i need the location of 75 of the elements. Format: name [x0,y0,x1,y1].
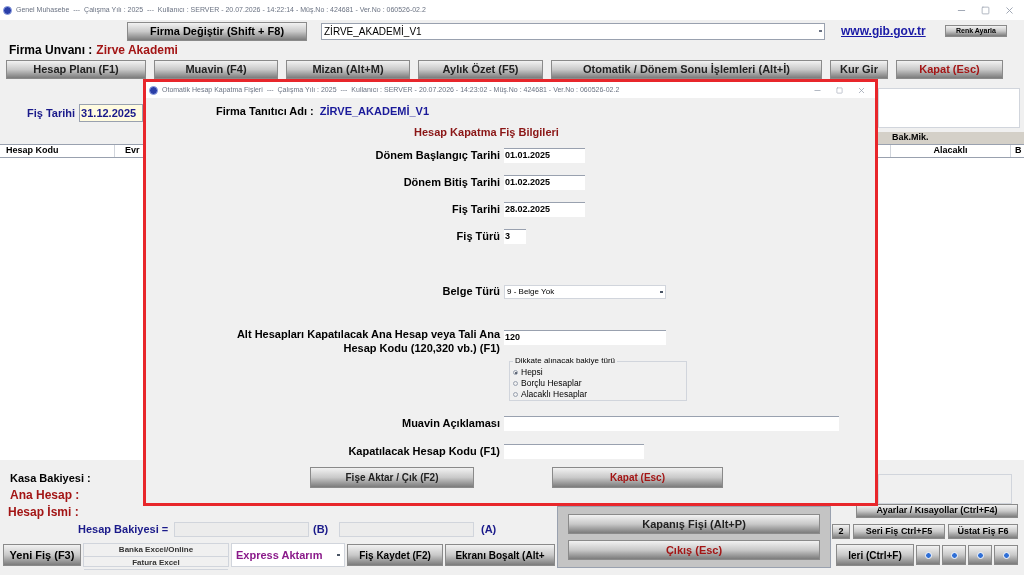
input-field[interactable] [504,415,839,431]
action-button[interactable]: Üstat Fiş F6 [948,524,1018,539]
voucher-date-field[interactable]: 31.12.2025 [79,104,144,122]
company-id-label: Firma Tanıtıcı Adı : [216,103,314,119]
radio-option[interactable]: Alacaklı Hesaplar [513,389,683,400]
credit-marker: (A) [481,521,497,537]
company-combo[interactable]: ZİRVE_AKADEMİ_V1 [321,22,825,40]
toolbar-button[interactable]: Kur Gir [830,59,888,79]
dialog-button[interactable]: Kapat (Esc) [552,467,723,488]
form-heading: Hesap Kapatma Fiş Bilgileri [414,125,560,138]
toolbar-button[interactable]: Aylık Özet (F5) [418,59,543,79]
field-label: Fiş Tarihi [450,202,501,218]
column-header: Alacaklı [890,145,1010,157]
settings-button[interactable]: Ayarlar / Kısayollar (Ctrl+F4) [856,504,1018,518]
maximize-icon[interactable] [981,5,990,15]
import-menu[interactable]: Banka Excel/Online Fatura Excel [83,543,229,567]
column-header: Hesap Kodu [0,145,115,157]
menu-item[interactable]: Çıkış (Esc) [568,540,820,560]
bottom-button[interactable]: Fiş Kaydet (F2) [347,544,443,566]
action-button[interactable]: Seri Fiş Ctrl+F5 [853,524,945,539]
bottom-button[interactable]: leri (Ctrl+F) [836,544,914,566]
close-icon[interactable] [857,85,866,95]
field-label: Dönem Bitiş Tarihi [402,175,501,191]
input-field[interactable]: 28.02.2025 [504,202,585,217]
field-label: Alt Hesapları Kapatılacak Ana Hesap veya Tali Ana Hesap Kodu (120,320 vb.) (F1) [235,327,502,355]
group-legend: Dikkate alınacak bakiye türü [513,355,618,367]
column-group-header: Bak.Mik. [878,132,1024,144]
field-label: Fiş Türü [455,229,501,245]
navigation-button[interactable] [968,545,992,565]
navigation-button[interactable] [916,545,940,565]
company-title-label: Firma Unvanı : [9,42,93,59]
cash-balance-label: Kasa Bakiyesi : [10,471,91,486]
maximize-icon[interactable] [836,86,843,94]
website-link[interactable]: www.gib.gov.tr [841,22,926,40]
notes-area[interactable] [878,88,1020,128]
import-option[interactable]: Banka Excel/Online [84,544,228,557]
menu-item[interactable]: Kapanış Fişi (Alt+P) [568,514,820,534]
express-import-dropdown[interactable]: Express Aktarım [231,543,345,567]
close-icon[interactable] [1004,4,1015,16]
main-account-label: Ana Hesap : [10,487,80,503]
dialog-button[interactable]: Fişe Aktar / Çık (F2) [310,467,474,488]
toolbar-button[interactable]: Hesap Planı (F1) [6,59,146,79]
navigation-button[interactable] [942,545,966,565]
column-header: B [1010,145,1024,157]
account-name-label: Hesap İsmi : [8,504,79,520]
new-voucher-button[interactable]: Yeni Fiş (F3) [3,544,81,566]
toolbar-button[interactable]: Kapat (Esc) [896,59,1003,79]
radio-option[interactable]: Hepsi [513,367,683,378]
radio-option[interactable]: Borçlu Hesaplar [513,378,683,389]
app-icon [149,85,158,95]
debit-marker: (B) [313,521,330,537]
input-field[interactable]: 01.02.2025 [504,175,585,190]
app-icon [3,5,12,15]
input-field[interactable]: 01.01.2025 [504,148,585,163]
input-field[interactable]: 120 [504,330,666,345]
company-title: Zirve Akademi [96,42,178,59]
field-label: Dönem Başlangıç Tarihi [374,148,501,164]
toolbar-button[interactable]: Otomatik / Dönem Sonu İşlemleri (Alt+İ) [551,59,822,79]
voucher-date-label: Fiş Tarihi [27,105,76,121]
document-type-select[interactable]: 9 - Belge Yok [504,284,666,299]
toolbar-button[interactable]: Mizan (Alt+M) [286,59,410,79]
field-label: Kapatılacak Hesap Kodu (F1) [347,443,501,459]
input-field[interactable] [504,443,644,459]
input-field[interactable]: 3 [504,229,526,244]
bottom-button[interactable]: Ekranı Boşalt (Alt+ [445,544,555,566]
field-label: Belge Türü [441,284,501,300]
field-label: Muavin Açıklaması [400,415,501,431]
navigation-button[interactable] [994,545,1018,565]
action-button[interactable]: 2 [832,524,850,539]
column-header: Evr [124,145,141,157]
company-id: ZİRVE_AKADEMİ_V1 [319,103,429,119]
change-company-button[interactable]: Firma Değiştir (Shift + F8) [127,21,307,41]
toolbar-button[interactable]: Muavin (F4) [154,59,278,79]
import-option[interactable]: Fatura Excel [84,557,228,570]
account-balance-label: Hesap Bakiyesi = [78,521,170,537]
